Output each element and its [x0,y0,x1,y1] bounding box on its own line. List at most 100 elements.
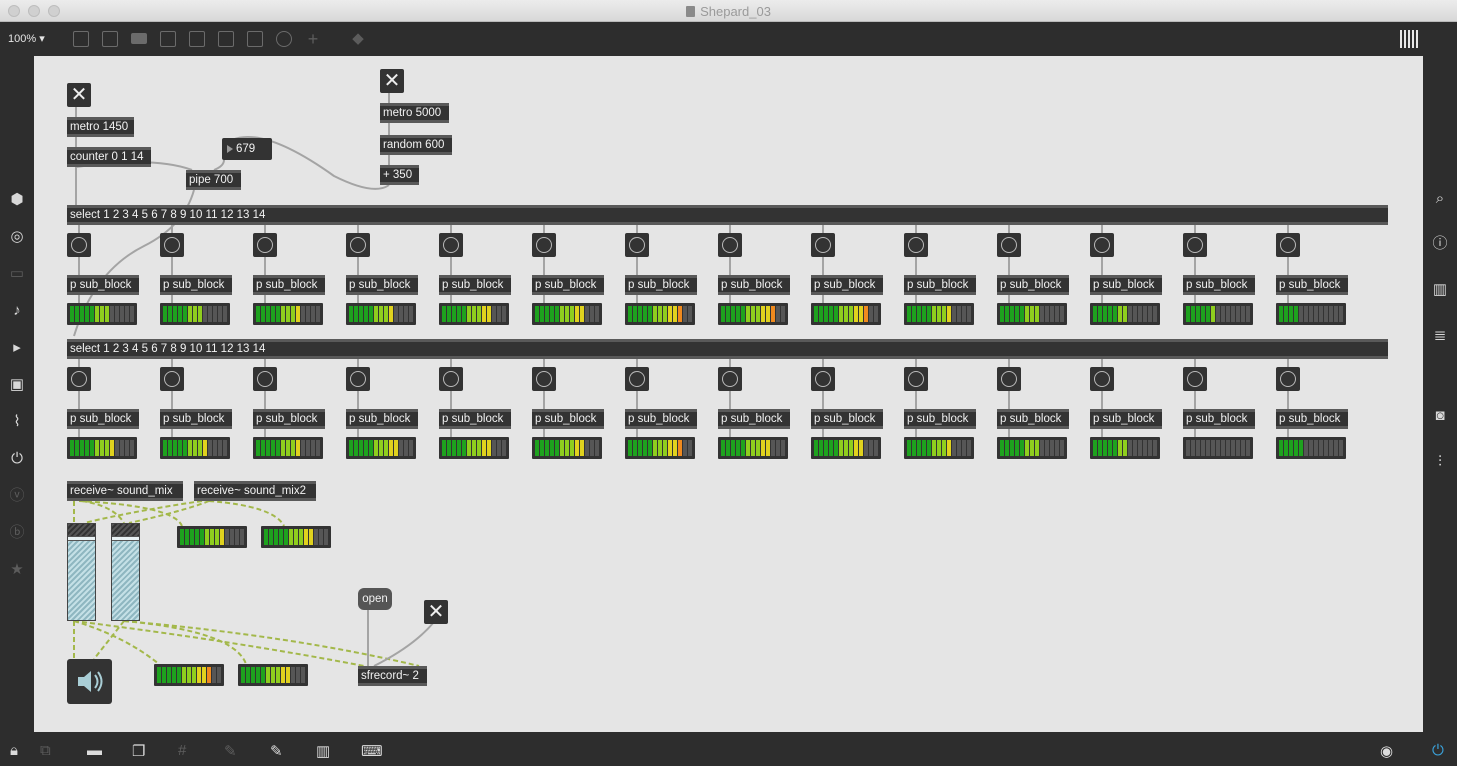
grid-icon[interactable]: # [178,742,186,759]
patcher-canvas[interactable]: ✕ metro 1450 counter 0 1 14 679 pipe 700… [34,56,1423,732]
sub-block-object[interactable]: p sub_block [811,275,883,295]
bang-button[interactable] [625,233,649,257]
plus-object[interactable]: + 350 [380,165,419,185]
sub-block-object[interactable]: p sub_block [253,409,325,429]
sub-block-object[interactable]: p sub_block [1276,275,1348,295]
select-object-1[interactable]: select 1 2 3 4 5 6 7 8 9 10 11 12 13 14 [67,205,1388,225]
presentation-mode-icon[interactable]: ⧉ [40,742,51,759]
windows-icon[interactable]: ❐ [132,742,145,760]
sub-block-object[interactable]: p sub_block [346,409,418,429]
b-icon[interactable]: ⓑ [8,524,26,542]
bang-button[interactable] [997,233,1021,257]
comment-icon[interactable] [131,33,147,44]
toggle-2[interactable]: ✕ [380,69,404,93]
sub-block-object[interactable]: p sub_block [67,409,139,429]
patch-cord[interactable] [208,500,285,527]
receive-sound-mix-object[interactable]: receive~ sound_mix [67,481,183,501]
bang-button[interactable] [160,367,184,391]
paint-bucket-icon[interactable]: ◆ [349,30,367,48]
bang-button[interactable] [67,367,91,391]
bang-button[interactable] [718,367,742,391]
wrench-icon[interactable]: ✎ [270,742,283,760]
object-icon[interactable] [73,31,89,47]
info-icon[interactable]: ⓘ [1431,235,1449,253]
sub-block-object[interactable]: p sub_block [160,409,232,429]
sub-block-object[interactable]: p sub_block [160,275,232,295]
bang-button[interactable] [811,367,835,391]
gain-slider-left[interactable] [67,523,96,621]
sub-block-object[interactable]: p sub_block [718,409,790,429]
sub-block-object[interactable]: p sub_block [997,275,1069,295]
open-message[interactable]: open [358,588,392,610]
sub-block-object[interactable]: p sub_block [67,275,139,295]
select-object-2[interactable]: select 1 2 3 4 5 6 7 8 9 10 11 12 13 14 [67,339,1388,359]
bang-icon[interactable] [189,31,205,47]
sub-block-object[interactable]: p sub_block [1276,409,1348,429]
number-box[interactable]: 679 [222,138,272,160]
sub-block-object[interactable]: p sub_block [1090,275,1162,295]
bang-button[interactable] [904,233,928,257]
clip-icon[interactable]: ⌇ [8,413,26,431]
plug-icon[interactable]: ⏻ [8,450,26,468]
target-icon[interactable]: ◎ [8,228,26,246]
patch-cord[interactable] [128,500,210,524]
bang-button[interactable] [346,233,370,257]
bang-button[interactable] [67,233,91,257]
patch-cord[interactable] [93,620,125,660]
sub-block-object[interactable]: p sub_block [532,275,604,295]
metro-5000-object[interactable]: metro 5000 [380,103,449,123]
cube-icon[interactable]: ⬢ [8,191,26,209]
bang-button[interactable] [718,233,742,257]
book-icon[interactable]: ▥ [1431,281,1449,299]
toggle-icon[interactable] [160,31,176,47]
metro-1450-object[interactable]: metro 1450 [67,117,134,137]
random-object[interactable]: random 600 [380,135,452,155]
sub-block-object[interactable]: p sub_block [904,409,976,429]
comment-bubble-icon[interactable]: ▬ [87,742,102,759]
v-icon[interactable]: ⓥ [8,487,26,505]
bang-button[interactable] [253,367,277,391]
patch-cord[interactable] [81,500,125,524]
gain-slider-right[interactable] [111,523,140,621]
bang-button[interactable] [1276,367,1300,391]
sub-block-object[interactable]: p sub_block [439,275,511,295]
message-icon[interactable] [102,31,118,47]
transport-play-icon[interactable]: ◉ [1380,742,1393,760]
bang-button[interactable] [346,367,370,391]
toggle-1[interactable]: ✕ [67,83,91,107]
sub-block-object[interactable]: p sub_block [811,409,883,429]
list-icon[interactable]: ≣ [1431,327,1449,345]
bang-button[interactable] [904,367,928,391]
snap-icon[interactable]: ✎ [224,742,237,760]
sfrecord-object[interactable]: sfrecord~ 2 [358,666,427,686]
bang-button[interactable] [811,233,835,257]
star-icon[interactable]: ★ [8,561,26,579]
patch-cord[interactable] [213,159,225,171]
sub-block-object[interactable]: p sub_block [346,275,418,295]
sub-block-object[interactable]: p sub_block [904,275,976,295]
sub-block-object[interactable]: p sub_block [1090,409,1162,429]
record-toggle[interactable]: ✕ [424,600,448,624]
bang-button[interactable] [1090,367,1114,391]
sub-block-object[interactable]: p sub_block [1183,275,1255,295]
bang-button[interactable] [997,367,1021,391]
grid-toggle-icon[interactable] [1400,30,1420,48]
sub-block-object[interactable]: p sub_block [1183,409,1255,429]
bang-button[interactable] [1183,233,1207,257]
dsp-power-icon[interactable]: ⏻ [1432,742,1444,759]
patch-cord[interactable] [373,621,435,667]
sub-block-object[interactable]: p sub_block [997,409,1069,429]
counter-object[interactable]: counter 0 1 14 [67,147,151,167]
keyboard-icon[interactable]: ⌨ [361,742,383,760]
bang-button[interactable] [1183,367,1207,391]
image-icon[interactable]: ▣ [8,376,26,394]
patch-cord[interactable] [123,620,420,667]
step-icon[interactable]: ▸ [8,339,26,357]
sub-block-object[interactable]: p sub_block [718,275,790,295]
speaker-dac-button[interactable] [67,659,112,704]
add-icon[interactable]: + [304,30,322,48]
search-icon[interactable]: ⌕ [1431,190,1449,208]
sub-block-object[interactable]: p sub_block [532,409,604,429]
bang-button[interactable] [1276,233,1300,257]
note-icon[interactable]: ♪ [8,302,26,320]
